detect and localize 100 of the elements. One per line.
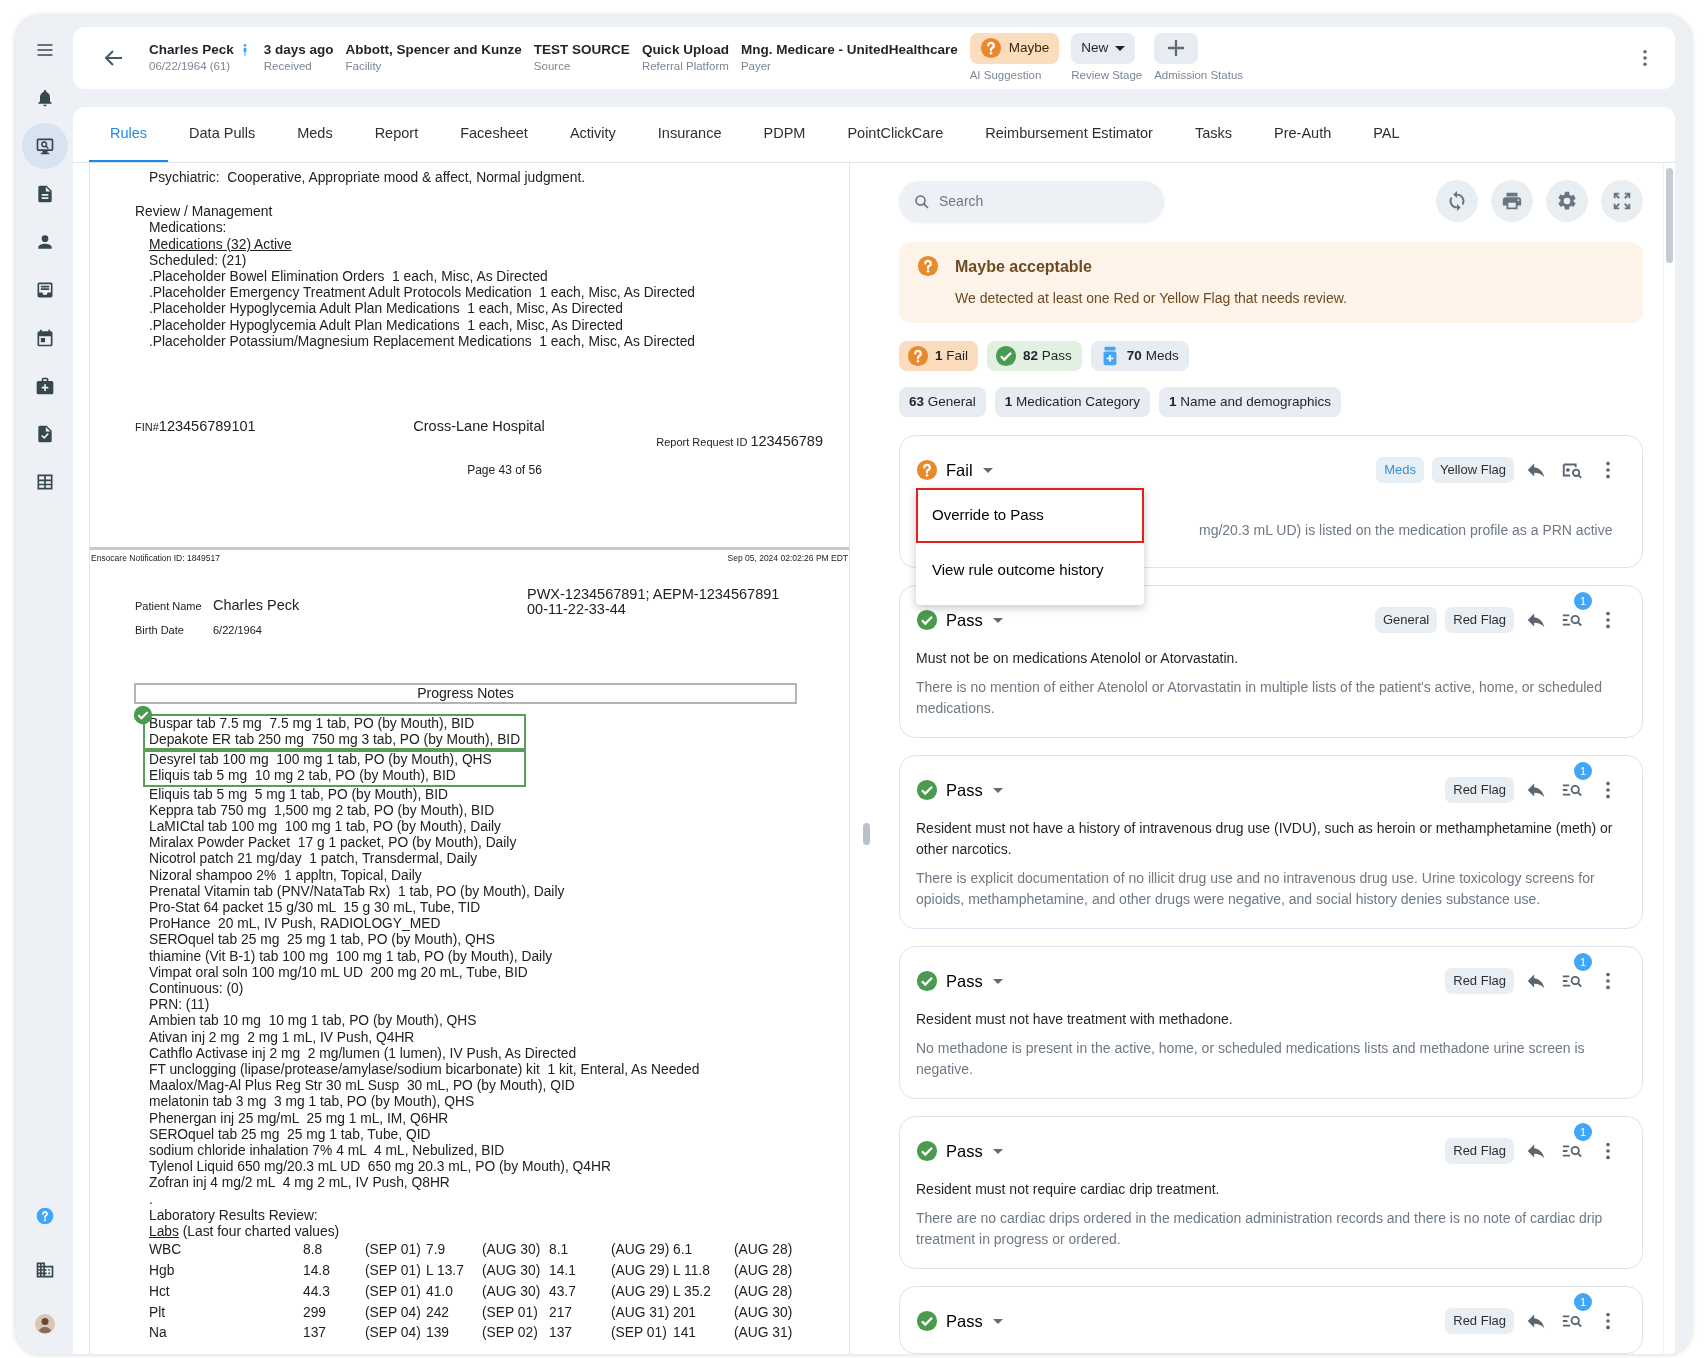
- document-line: Nizoral shampoo 2% 1 appltn, Topical, Daily: [148, 867, 423, 884]
- resize-handle[interactable]: [863, 822, 870, 845]
- document-line: Continuous: (0): [148, 981, 245, 998]
- tab[interactable]: Facesheet: [439, 107, 549, 162]
- tab[interactable]: Pre-Auth: [1253, 107, 1353, 162]
- scrollbar-thumb[interactable]: [1666, 168, 1673, 263]
- table-cell-text: 299: [303, 1303, 328, 1322]
- table-cell-text: (AUG 28): [734, 1262, 794, 1281]
- tab[interactable]: PAL: [1352, 107, 1421, 162]
- status-dropdown[interactable]: Pass: [946, 607, 1003, 633]
- table-cell-text: 201: [673, 1303, 698, 1322]
- tab[interactable]: Data Pulls: [168, 107, 277, 162]
- search-field[interactable]: Search: [899, 180, 1164, 222]
- report-id: 123456789: [750, 433, 823, 450]
- more-icon: [1643, 50, 1647, 67]
- count-badge: 1: [1574, 953, 1592, 971]
- menu-item[interactable]: View rule outcome history: [916, 542, 1144, 597]
- tab[interactable]: Report: [353, 107, 440, 162]
- table-cell-text: (AUG 28): [734, 1241, 794, 1260]
- field-label: Admission Status: [1154, 67, 1244, 83]
- field-value: Mng. Medicare - UnitedHealthcare: [740, 41, 958, 58]
- summary-chip[interactable]: 1 Fail: [899, 341, 979, 371]
- section-title: Progress Notes: [134, 682, 797, 704]
- category-chip[interactable]: 1 Name and demographics: [1158, 387, 1342, 417]
- category-chip[interactable]: 1 Medication Category: [994, 387, 1150, 417]
- document-line: Scheduled: (21): [149, 252, 247, 268]
- field-value: TEST SOURCE: [533, 41, 630, 58]
- print-button[interactable]: [1491, 180, 1533, 222]
- settings-button[interactable]: [1546, 180, 1588, 222]
- document-line: (Last four charted values): [181, 1224, 340, 1240]
- table-cell-text: (AUG 30): [734, 1303, 794, 1322]
- table-cell-text: (SEP 01): [611, 1324, 668, 1343]
- table-cell-text: 43.7: [549, 1282, 577, 1301]
- refresh-button[interactable]: [1436, 180, 1478, 222]
- tab[interactable]: Tasks: [1173, 107, 1253, 162]
- table-cell-text: (AUG 30): [482, 1241, 542, 1260]
- document-line: .Placeholder Potassium/Magnesium Replacement Medications 1 each, Misc, As Directed: [149, 333, 695, 349]
- question-icon: [917, 255, 939, 277]
- status-dropdown[interactable]: Pass: [946, 1138, 1003, 1164]
- document-line: Maalox/Mag-Al Plus Reg Str 30 mL Susp 30 mL, PO (by Mouth), QID: [148, 1078, 576, 1095]
- table-cell-text: 217: [549, 1303, 574, 1322]
- table-cell-text: (SEP 04): [365, 1303, 422, 1322]
- table-cell-text: (AUG 29): [611, 1241, 671, 1260]
- avatar[interactable]: [34, 1314, 55, 1334]
- tab[interactable]: Rules: [89, 107, 169, 162]
- add-button[interactable]: [1154, 32, 1199, 64]
- table-cell-text: (SEP 01): [365, 1241, 422, 1260]
- field-label: Facility: [345, 59, 383, 74]
- field-label: Patient Name: [135, 598, 203, 614]
- section-heading: Review / Management: [134, 204, 274, 221]
- birth-date: 6/22/1964: [213, 623, 262, 639]
- rule-title: Resident must not require cardiac drip treatment.: [916, 1180, 1221, 1199]
- tab[interactable]: Meds: [276, 107, 354, 162]
- field-label: Birth Date: [135, 623, 185, 639]
- table-cell-text: 141: [673, 1324, 698, 1343]
- sidebar-item[interactable]: [21, 123, 68, 169]
- tab[interactable]: Insurance: [636, 107, 743, 162]
- document-line: Desyrel tab 100 mg 100 mg 1 tab, PO (by Mouth), QHS: [149, 752, 493, 769]
- document-link[interactable]: Medications (32) Active: [149, 236, 292, 252]
- status-dropdown[interactable]: Fail: [946, 457, 993, 483]
- summary-chip[interactable]: 70 Meds: [1090, 341, 1189, 371]
- category-chip[interactable]: 63 General: [899, 387, 986, 417]
- check-icon: [916, 779, 938, 801]
- settings-icon: [1556, 190, 1578, 212]
- tag: Red Flag: [1445, 607, 1514, 633]
- caret-icon: [992, 978, 1003, 984]
- ai-suggestion-chip[interactable]: Maybe: [969, 32, 1060, 64]
- alert-message: We detected at least one Red or Yellow Flag that needs review.: [955, 289, 1347, 308]
- table-cell-text: Hct: [149, 1282, 171, 1301]
- tag: Meds: [1376, 457, 1424, 483]
- check-icon: [916, 970, 938, 992]
- tab[interactable]: PointClickCare: [826, 107, 965, 162]
- tab[interactable]: Reimbursement Estimator: [964, 107, 1174, 162]
- status-dropdown[interactable]: Pass: [946, 777, 1003, 803]
- count-badge: 1: [1574, 592, 1592, 610]
- tab[interactable]: PDPM: [742, 107, 827, 162]
- document-line: Buspar tab 7.5 mg 7.5 mg 1 tab, PO (by Mouth), BID: [149, 715, 476, 732]
- field-label: Review Stage: [1071, 67, 1143, 83]
- field-label: Payer: [740, 59, 772, 74]
- status-dropdown[interactable]: Pass: [946, 968, 1003, 994]
- tab[interactable]: Activity: [548, 107, 637, 162]
- document-line: .Placeholder Emergency Treatment Adult Protocols Medication 1 each, Misc, As Directed: [149, 285, 695, 301]
- question-icon: [979, 37, 1002, 59]
- fullscreen-button[interactable]: [1601, 180, 1643, 222]
- status-dropdown[interactable]: Pass: [946, 1308, 1003, 1334]
- review-stage-dropdown[interactable]: New: [1071, 32, 1136, 64]
- summary-chip[interactable]: 82 Pass: [987, 341, 1082, 371]
- caret-icon: [992, 1148, 1003, 1154]
- table-cell-text: 139: [426, 1324, 451, 1343]
- table-cell-text: 6.1: [673, 1241, 694, 1260]
- hospital-icon[interactable]: [34, 1260, 55, 1280]
- document-link[interactable]: Labs: [149, 1224, 179, 1240]
- tag: Red Flag: [1445, 968, 1514, 994]
- table-cell-text: Na: [149, 1324, 168, 1343]
- table-cell-text: 44.3: [303, 1282, 331, 1301]
- menu-item[interactable]: Override to Pass: [916, 488, 1144, 543]
- caret-icon: [992, 617, 1003, 623]
- table-cell-text: Plt: [149, 1303, 167, 1322]
- document-line: Eliquis tab 5 mg 10 mg 2 tab, PO (by Mouth), BID: [149, 768, 457, 785]
- fullscreen-icon: [1611, 190, 1633, 212]
